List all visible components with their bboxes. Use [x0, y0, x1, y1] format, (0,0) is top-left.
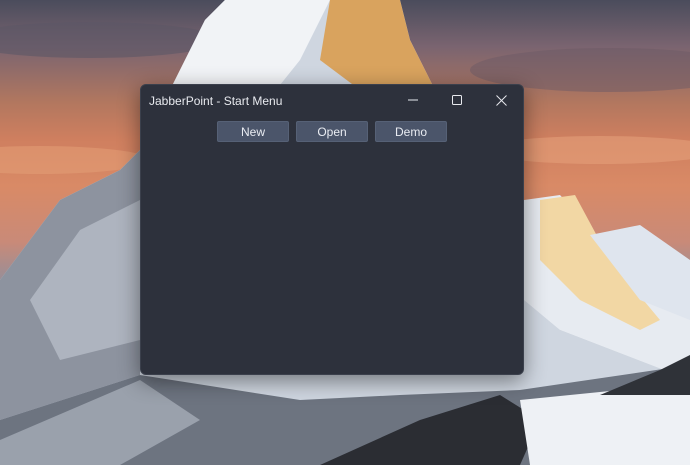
minimize-button[interactable]	[391, 85, 435, 115]
open-button[interactable]: Open	[296, 121, 368, 142]
desktop: JabberPoint - Start Menu New Open Demo	[0, 0, 690, 465]
close-button[interactable]	[479, 85, 523, 115]
maximize-button[interactable]	[435, 85, 479, 115]
app-window: JabberPoint - Start Menu New Open Demo	[140, 84, 524, 375]
start-menu-buttons: New Open Demo	[217, 121, 447, 142]
window-title: JabberPoint - Start Menu	[149, 94, 283, 108]
minimize-icon	[408, 99, 418, 101]
new-button[interactable]: New	[217, 121, 289, 142]
window-controls	[391, 85, 523, 115]
demo-button[interactable]: Demo	[375, 121, 447, 142]
title-bar[interactable]: JabberPoint - Start Menu	[141, 85, 523, 115]
close-icon	[495, 94, 507, 106]
maximize-icon	[452, 95, 462, 105]
